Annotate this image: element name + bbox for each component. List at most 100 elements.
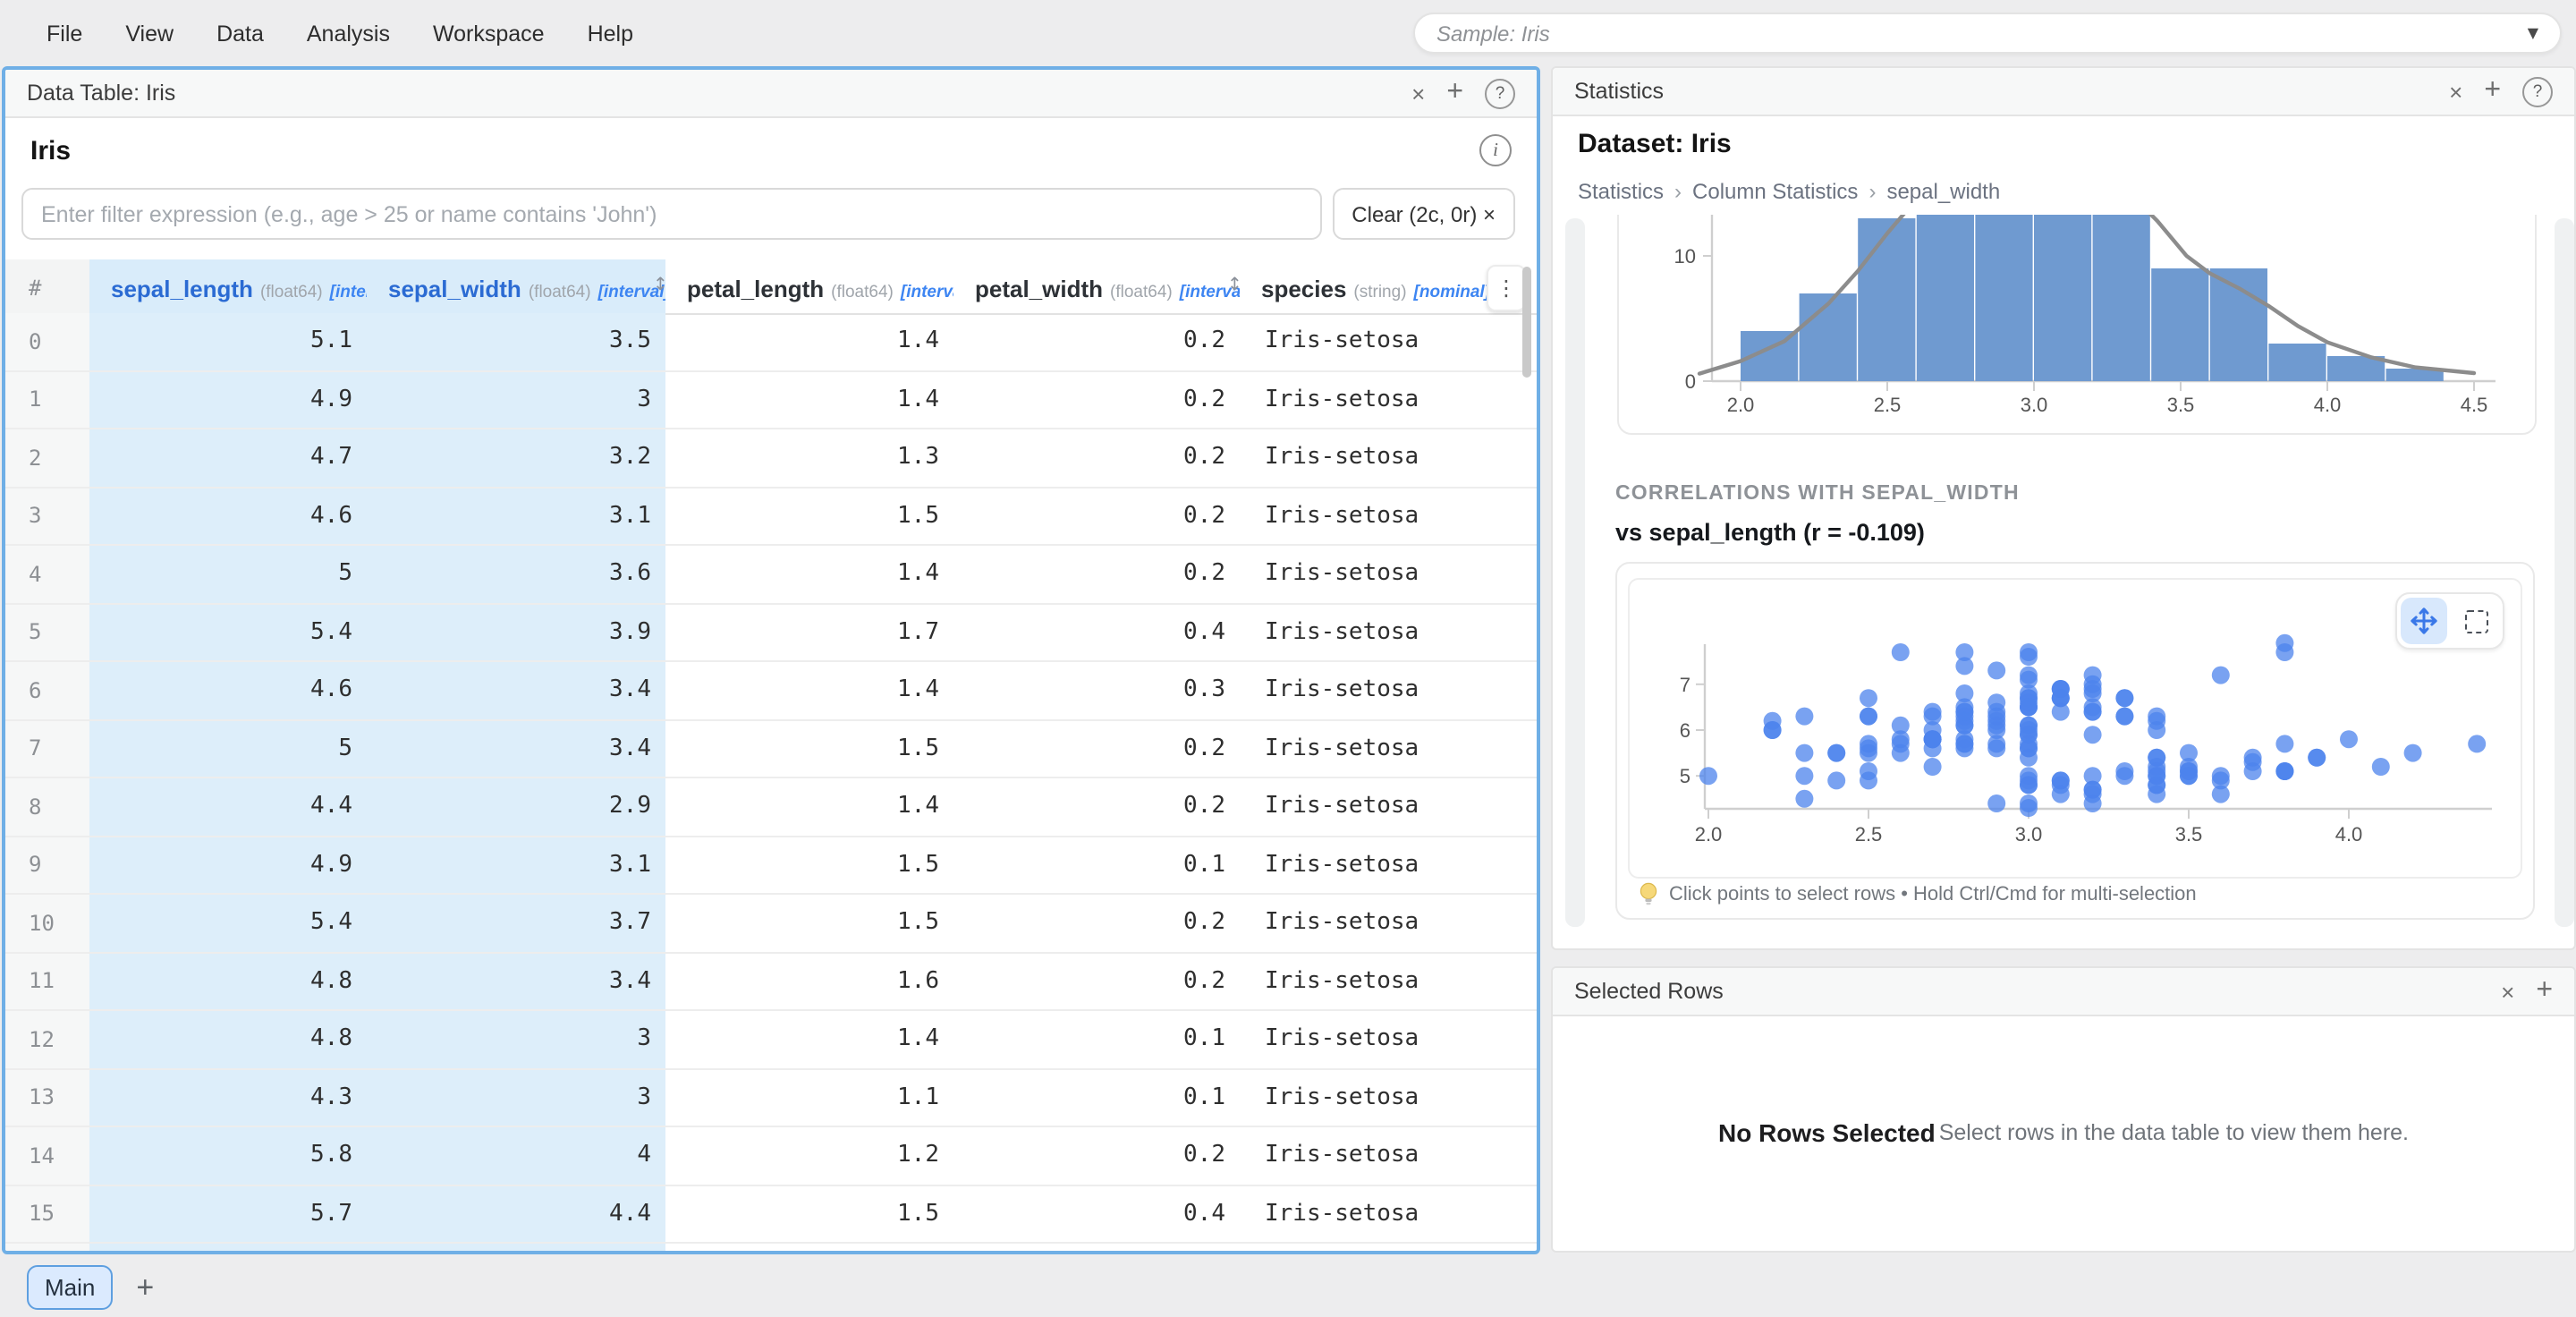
column-header-sepal_width[interactable]: sepal_width (float64) [interval]: [367, 259, 665, 313]
table-row[interactable]: 10 5.4 3.7 1.5 0.2 Iris-setosa: [5, 895, 1537, 953]
menu-item-view[interactable]: View: [125, 21, 174, 46]
column-header-petal_width[interactable]: petal_width (float64) [interval]: [953, 259, 1240, 313]
table-row[interactable]: 7 5 3.4 1.5 0.2 Iris-setosa: [5, 720, 1537, 778]
breadcrumb: Statistics›Column Statistics›sepal_width: [1578, 179, 2000, 204]
add-tab-button[interactable]: +: [136, 1270, 154, 1305]
add-panel-icon[interactable]: +: [1446, 77, 1463, 109]
scroll-track-left[interactable]: [1565, 218, 1585, 927]
scatter-plot[interactable]: 2.0 2.5 3.0 3.5 4.0 5 6 7: [1630, 580, 2521, 877]
svg-text:4.0: 4.0: [2314, 394, 2342, 416]
svg-text:7: 7: [1680, 674, 1690, 696]
app-root: File View Data Analysis Workspace Help Sample…: [0, 0, 2576, 1317]
svg-text:2.0: 2.0: [1695, 823, 1723, 845]
filter-row: Clear (2c, 0r) ×: [21, 188, 1515, 240]
menu-item-workspace[interactable]: Workspace: [433, 21, 545, 46]
breadcrumb-item[interactable]: Statistics: [1578, 179, 1664, 204]
dataset-select[interactable]: Sample: Iris ▼: [1413, 13, 2562, 54]
selected-rows-empty-state: No Rows SelectedSelect rows in the data …: [1553, 1015, 2574, 1251]
table-row[interactable]: 13 4.3 3 1.1 0.1 Iris-setosa: [5, 1069, 1537, 1127]
column-menu-button[interactable]: ⋮: [1487, 265, 1526, 311]
chevron-down-icon: ▼: [2528, 25, 2538, 41]
dataset-select-value: Sample: Iris: [1436, 21, 2528, 46]
sepal-width-histogram: 2.0 2.5 3.0 3.5 4.0 4.5 0 10: [1619, 215, 2535, 433]
svg-text:4.0: 4.0: [2335, 823, 2363, 845]
table-row[interactable]: 14 5.8 4 1.2 0.2 Iris-setosa: [5, 1127, 1537, 1185]
clear-filter-button[interactable]: Clear (2c, 0r) ×: [1332, 188, 1515, 240]
table-row[interactable]: 16 5.4 3.9 1.3 0.4 Iris-setosa: [5, 1244, 1537, 1251]
table-row[interactable]: 4 5 3.6 1.4 0.2 Iris-setosa: [5, 546, 1537, 604]
table-row[interactable]: 5 5.4 3.9 1.7 0.4 Iris-setosa: [5, 604, 1537, 662]
table-row[interactable]: 9 4.9 3.1 1.5 0.1 Iris-setosa: [5, 837, 1537, 895]
menu-item-file[interactable]: File: [47, 21, 82, 46]
menu-item-analysis[interactable]: Analysis: [307, 21, 390, 46]
add-panel-icon[interactable]: +: [2536, 975, 2553, 1007]
filter-input[interactable]: [21, 188, 1321, 240]
table-row[interactable]: 2 4.7 3.2 1.3 0.2 Iris-setosa: [5, 429, 1537, 488]
svg-text:3.5: 3.5: [2175, 823, 2203, 845]
correlation-title: vs sepal_length (r = -0.109): [1615, 519, 1925, 546]
column-header-petal_length[interactable]: petal_length (float64) [interval]: [665, 259, 953, 313]
selected-rows-panel-header: Selected Rows × +: [1553, 968, 2574, 1016]
sort-icon[interactable]: ↕: [1227, 276, 1242, 295]
correlation-card: 2.0 2.5 3.0 3.5 4.0 5 6 7: [1615, 562, 2535, 920]
scatter-toolbar: [2395, 592, 2504, 650]
table-row[interactable]: 12 4.8 3 1.4 0.1 Iris-setosa: [5, 1011, 1537, 1069]
hint-text: Click points to select rows • Hold Ctrl/…: [1669, 884, 2197, 905]
data-table-panel-title: Data Table: Iris: [27, 81, 175, 106]
statistics-panel: Statistics × + ? Dataset: Iris Statistic…: [1551, 66, 2576, 950]
close-icon[interactable]: ×: [1411, 80, 1425, 106]
close-icon[interactable]: ×: [2501, 978, 2514, 1005]
table-header-row: # sepal_length (float64) [interval] sepa…: [5, 259, 1537, 315]
selected-rows-panel-title: Selected Rows: [1574, 979, 1724, 1004]
index-column-header[interactable]: #: [5, 259, 89, 313]
column-header-sepal_length[interactable]: sepal_length (float64) [interval]: [89, 259, 367, 313]
selected-rows-panel: Selected Rows × + No Rows SelectedSelect…: [1551, 966, 2576, 1253]
statistics-panel-title: Statistics: [1574, 79, 1664, 104]
help-icon[interactable]: ?: [1485, 78, 1515, 108]
hint-row: Click points to select rows • Hold Ctrl/…: [1639, 882, 2197, 907]
svg-text:2.5: 2.5: [1874, 394, 1902, 416]
table-row[interactable]: 6 4.6 3.4 1.4 0.3 Iris-setosa: [5, 662, 1537, 720]
table-row[interactable]: 1 4.9 3 1.4 0.2 Iris-setosa: [5, 371, 1537, 429]
data-table-panel-header: Data Table: Iris × + ?: [5, 70, 1537, 118]
table-row[interactable]: 11 4.8 3.4 1.6 0.2 Iris-setosa: [5, 953, 1537, 1011]
statistics-panel-header: Statistics × + ?: [1553, 68, 2574, 116]
workspace-tab-bar: Main +: [0, 1258, 2576, 1317]
data-table-panel: Data Table: Iris × + ? Iris i Clear (2c,…: [2, 66, 1540, 1254]
box-select-tool-button[interactable]: [2453, 598, 2499, 644]
breadcrumb-separator: ›: [1868, 179, 1876, 204]
table-row[interactable]: 0 5.1 3.5 1.4 0.2 Iris-setosa: [5, 313, 1537, 371]
correlations-heading: CORRELATIONS WITH SEPAL_WIDTH: [1615, 483, 2020, 505]
svg-text:3.0: 3.0: [2015, 823, 2043, 845]
tab-main[interactable]: Main: [27, 1265, 113, 1310]
svg-text:4.5: 4.5: [2461, 394, 2488, 416]
table-row[interactable]: 3 4.6 3.1 1.5 0.2 Iris-setosa: [5, 488, 1537, 546]
info-icon[interactable]: i: [1479, 134, 1512, 166]
help-icon[interactable]: ?: [2522, 76, 2553, 106]
breadcrumb-item[interactable]: sepal_width: [1886, 179, 2000, 204]
close-icon[interactable]: ×: [2449, 78, 2462, 105]
menu-item-data[interactable]: Data: [216, 21, 264, 46]
statistics-dataset-label: Dataset: Iris: [1578, 129, 1732, 159]
statistics-scroll-area: 2.0 2.5 3.0 3.5 4.0 4.5 0 10 CORRELATION…: [1553, 215, 2574, 948]
pan-tool-button[interactable]: [2401, 598, 2447, 644]
sort-icon[interactable]: ↕: [653, 276, 668, 295]
main-menu: File View Data Analysis Workspace Help: [47, 0, 633, 66]
svg-text:3.0: 3.0: [2021, 394, 2048, 416]
svg-text:6: 6: [1680, 719, 1690, 742]
menu-item-help[interactable]: Help: [588, 21, 633, 46]
svg-text:10: 10: [1674, 245, 1696, 268]
pan-icon: [2410, 607, 2438, 635]
breadcrumb-item[interactable]: Column Statistics: [1692, 179, 1858, 204]
lightbulb-icon: [1639, 882, 1658, 907]
table-scrollbar[interactable]: [1522, 267, 1531, 378]
table-row[interactable]: 15 5.7 4.4 1.5 0.4 Iris-setosa: [5, 1185, 1537, 1244]
table-row[interactable]: 8 4.4 2.9 1.4 0.2 Iris-setosa: [5, 778, 1537, 837]
scroll-track-right[interactable]: [2555, 218, 2574, 927]
svg-text:0: 0: [1685, 370, 1696, 393]
add-panel-icon[interactable]: +: [2484, 75, 2501, 107]
svg-text:3.5: 3.5: [2167, 394, 2195, 416]
svg-text:2.0: 2.0: [1727, 394, 1755, 416]
scatter-plot-card: 2.0 2.5 3.0 3.5 4.0 5 6 7: [1628, 578, 2522, 879]
dataset-title-row: Iris i: [5, 116, 1537, 184]
